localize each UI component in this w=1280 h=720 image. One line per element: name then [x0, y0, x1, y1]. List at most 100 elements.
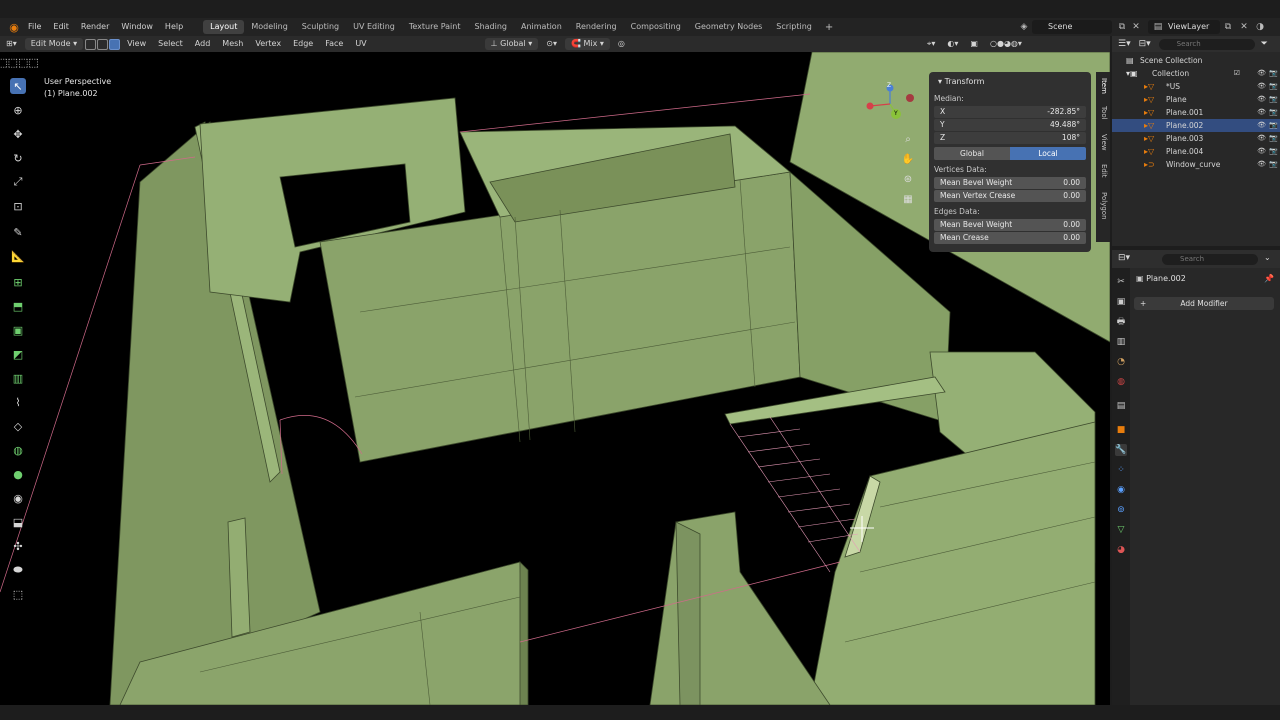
data-tab-icon[interactable]: ▽ [1115, 524, 1127, 536]
camera-icon[interactable]: 📷 [1269, 106, 1278, 119]
menu-face[interactable]: Face [319, 36, 349, 52]
scene-tab-icon[interactable]: ◔ [1115, 356, 1127, 368]
menu-render[interactable]: Render [75, 18, 115, 36]
spin-icon[interactable]: ◍ [10, 442, 26, 458]
menu-vertex[interactable]: Vertex [249, 36, 287, 52]
median-x-field[interactable]: X -282.85° [934, 106, 1086, 118]
box-icon[interactable]: ⬚ [10, 586, 26, 602]
show-gizmo-icon[interactable]: ⌖▾ [921, 36, 942, 52]
mean-crease-field[interactable]: Mean Crease 0.00 [934, 232, 1086, 244]
add-cube-icon[interactable]: ⊞ [10, 274, 26, 290]
tool-tab-icon[interactable]: ✂ [1115, 276, 1127, 288]
view-layer-options-icon[interactable]: ◑ [1254, 21, 1266, 33]
object-tab-icon[interactable]: ■ [1115, 424, 1127, 436]
collection-eye-icon[interactable]: 👁 [1257, 67, 1266, 80]
outliner-item-plane-001[interactable]: ▸▽ Plane.001 👁 📷 [1112, 106, 1280, 119]
eye-icon[interactable]: 👁 [1257, 158, 1266, 171]
camera-icon[interactable]: 📷 [1269, 119, 1278, 132]
tab-polygon[interactable]: Polygon [1098, 192, 1108, 220]
world-tab-icon[interactable]: ◍ [1115, 376, 1127, 388]
camera-icon[interactable]: 📷 [1269, 145, 1278, 158]
menu-window[interactable]: Window [115, 18, 159, 36]
scale-icon[interactable]: ⤢ [10, 174, 26, 190]
smooth-icon[interactable]: ● [10, 466, 26, 482]
measure-icon[interactable]: 📐 [10, 248, 26, 264]
proportional-edit-icon[interactable]: ◎ [612, 36, 631, 52]
orientation-selector[interactable]: ⊥ Global ▾ [484, 38, 539, 50]
modifiers-tab-icon[interactable]: 🔧 [1115, 444, 1127, 456]
median-z-field[interactable]: Z 108° [934, 132, 1086, 144]
tab-item[interactable]: Item [1098, 78, 1108, 94]
transform-panel-header[interactable]: ▾ Transform [934, 75, 1086, 89]
blender-logo-icon[interactable]: ◉ [6, 20, 22, 34]
particles-tab-icon[interactable]: ⁘ [1115, 464, 1127, 476]
new-view-layer-icon[interactable]: ⧉ [1222, 21, 1234, 33]
filter-icon[interactable]: ⏷ [1261, 39, 1268, 49]
properties-options-icon[interactable]: ⌄ [1264, 253, 1271, 262]
tab-scripting[interactable]: Scripting [769, 20, 819, 34]
add-workspace-button[interactable]: + [819, 22, 839, 33]
menu-add[interactable]: Add [189, 36, 217, 52]
outliner-item-plane-003[interactable]: ▸▽ Plane.003 👁 📷 [1112, 132, 1280, 145]
mode-selector[interactable]: Edit Mode ▾ [24, 38, 84, 50]
outliner-item-window-curve[interactable]: ▸⊃ Window_curve 👁 📷 [1112, 158, 1280, 171]
edge-bevel-weight-field[interactable]: Mean Bevel Weight 0.00 [934, 219, 1086, 231]
select-box-icon[interactable]: ↖ [10, 78, 26, 94]
collection-tab-icon[interactable]: ▤ [1115, 400, 1127, 412]
eye-icon[interactable]: 👁 [1257, 80, 1266, 93]
properties-search-input[interactable]: Search [1162, 254, 1258, 265]
tab-animation[interactable]: Animation [514, 20, 569, 34]
eye-icon[interactable]: 👁 [1257, 145, 1266, 158]
tab-shading[interactable]: Shading [467, 20, 514, 34]
mean-bevel-weight-field[interactable]: Mean Bevel Weight 0.00 [934, 177, 1086, 189]
bevel-icon[interactable]: ◩ [10, 346, 26, 362]
annotate-icon[interactable]: ✎ [10, 224, 26, 240]
tab-modeling[interactable]: Modeling [244, 20, 294, 34]
tab-view[interactable]: View [1098, 134, 1108, 151]
scene-selector[interactable]: Scene [1032, 20, 1112, 34]
delete-view-layer-icon[interactable]: ✕ [1238, 21, 1250, 33]
display-mode-icon[interactable]: ⊟▾ [1139, 39, 1151, 49]
camera-icon[interactable]: 📷 [1269, 93, 1278, 106]
menu-help[interactable]: Help [159, 18, 189, 36]
inset-faces-icon[interactable]: ▣ [10, 322, 26, 338]
tab-edit[interactable]: Edit [1098, 164, 1108, 178]
cursor-icon[interactable]: ⊕ [10, 102, 26, 118]
outliner-collection[interactable]: ▾▣ Collection ☑ 👁 📷 [1112, 67, 1280, 80]
menu-mesh[interactable]: Mesh [216, 36, 249, 52]
camera-icon[interactable]: 📷 [1269, 132, 1278, 145]
tab-geometry-nodes[interactable]: Geometry Nodes [688, 20, 769, 34]
outliner-editor-icon[interactable]: ☰▾ [1118, 39, 1131, 49]
view-layer-tab-icon[interactable]: ▥ [1115, 336, 1127, 348]
local-button[interactable]: Local [1010, 147, 1086, 160]
eye-icon[interactable]: 👁 [1257, 106, 1266, 119]
tab-sculpting[interactable]: Sculpting [295, 20, 346, 34]
tab-rendering[interactable]: Rendering [569, 20, 624, 34]
median-y-field[interactable]: Y 49.488° [934, 119, 1086, 131]
outliner-search-input[interactable]: Search [1158, 38, 1255, 50]
mean-vertex-crease-field[interactable]: Mean Vertex Crease 0.00 [934, 190, 1086, 202]
loop-cut-icon[interactable]: ▥ [10, 370, 26, 386]
rip-region-icon[interactable]: ⬬ [10, 562, 26, 578]
outliner-scene-collection[interactable]: ▤ Scene Collection [1112, 54, 1280, 67]
shrink-fatten-icon[interactable]: ⬓ [10, 514, 26, 530]
eye-icon[interactable]: 👁 [1257, 132, 1266, 145]
global-button[interactable]: Global [934, 147, 1010, 160]
xray-icon[interactable]: ▣ [964, 36, 984, 52]
extrude-region-icon[interactable]: ⬒ [10, 298, 26, 314]
properties-editor-icon[interactable]: ⊟▾ [1118, 253, 1130, 263]
tab-uv-editing[interactable]: UV Editing [346, 20, 402, 34]
outliner-item-plane-004[interactable]: ▸▽ Plane.004 👁 📷 [1112, 145, 1280, 158]
delete-scene-icon[interactable]: ✕ [1130, 21, 1142, 33]
zoom-icon[interactable]: ⌕ [900, 131, 916, 147]
menu-edit[interactable]: Edit [47, 18, 75, 36]
physics-tab-icon[interactable]: ◉ [1115, 484, 1127, 496]
menu-edge[interactable]: Edge [287, 36, 319, 52]
pan-hand-icon[interactable]: ✋ [900, 151, 916, 167]
rotate-icon[interactable]: ↻ [10, 150, 26, 166]
poly-build-icon[interactable]: ◇ [10, 418, 26, 434]
face-select-mode-button[interactable] [109, 38, 121, 50]
collection-checkbox-icon[interactable]: ☑ [1234, 67, 1240, 80]
tab-tool[interactable]: Tool [1098, 106, 1108, 120]
shading-modes-icon[interactable]: ○●◕◍▾ [984, 36, 1028, 52]
